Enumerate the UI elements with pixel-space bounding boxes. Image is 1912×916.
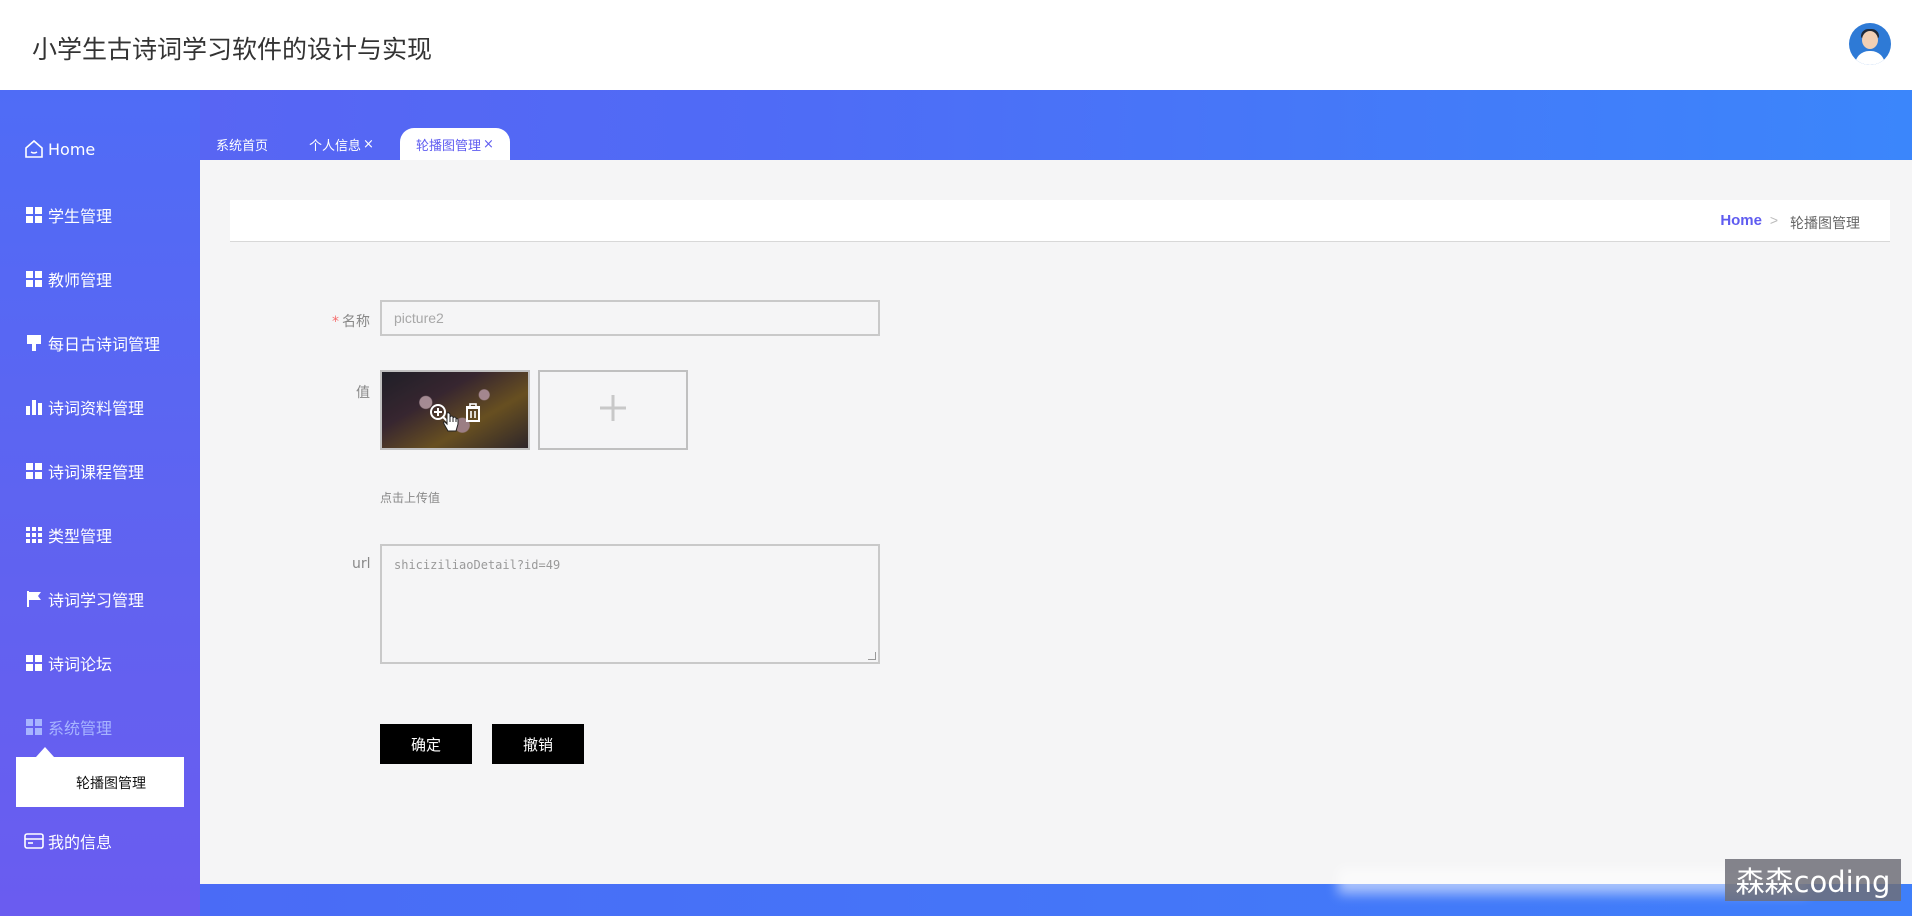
tab-label: 系统首页: [216, 138, 269, 154]
sidebar-item-label: 诗词课程管理: [48, 463, 145, 482]
sidebar-item-poem-study[interactable]: 诗词学习管理: [24, 584, 144, 614]
tab-carousel-management[interactable]: 轮播图管理 ×: [400, 128, 510, 160]
breadcrumb-separator: >: [1769, 212, 1778, 228]
name-input-value: picture2: [394, 310, 444, 326]
breadcrumb: Home > 轮播图管理: [230, 200, 1890, 242]
watermark: 森森coding: [1725, 859, 1901, 901]
sidebar-item-student[interactable]: 学生管理: [24, 200, 112, 230]
app-title: 小学生古诗词学习软件的设计与实现: [32, 35, 433, 64]
tab-home[interactable]: 系统首页: [216, 128, 268, 160]
avatar-face: [1862, 31, 1878, 49]
uploaded-image-thumbnail[interactable]: [380, 370, 530, 450]
sidebar-item-label: 每日古诗词管理: [48, 335, 161, 354]
sidebar-item-poem-course[interactable]: 诗词课程管理: [24, 456, 144, 486]
grid-icon: [24, 269, 44, 289]
sidebar-item-forum[interactable]: 诗词论坛: [24, 648, 112, 678]
breadcrumb-current: 轮播图管理: [1790, 216, 1860, 232]
submenu-popover: 轮播图管理: [16, 747, 184, 807]
name-label-text: 名称: [342, 314, 370, 330]
url-label: url: [352, 556, 371, 572]
sidebar-item-system[interactable]: 系统管理: [24, 712, 112, 742]
card-icon: [24, 831, 44, 851]
sidebar-item-label: 系统管理: [48, 719, 113, 738]
sidebar-item-label: 类型管理: [48, 527, 113, 546]
sidebar-item-label: 诗词论坛: [48, 655, 113, 674]
bar-chart-icon: [24, 397, 44, 417]
home-icon: [24, 139, 44, 159]
url-textarea[interactable]: shiciziliaoDetail?id=49: [380, 544, 880, 664]
url-value: shiciziliaoDetail?id=49: [394, 558, 561, 572]
delete-icon[interactable]: [462, 402, 484, 424]
confirm-button[interactable]: 确定: [380, 724, 472, 764]
sidebar-item-daily-poem[interactable]: 每日古诗词管理: [24, 328, 160, 358]
grid9-icon: [24, 525, 44, 545]
tab-label: 轮播图管理: [416, 138, 482, 154]
name-input[interactable]: picture2: [380, 300, 880, 336]
upload-button[interactable]: [538, 370, 688, 450]
sidebar-item-label: 我的信息: [48, 833, 113, 852]
sidebar-item-label: Home: [48, 139, 96, 159]
sidebar-item-teacher[interactable]: 教师管理: [24, 264, 112, 294]
flag-icon: [24, 589, 44, 609]
sidebar-item-home[interactable]: Home: [24, 134, 95, 164]
grid-icon: [24, 461, 44, 481]
cancel-button[interactable]: 撤销: [492, 724, 584, 764]
grid-icon: [24, 205, 44, 225]
grid-icon: [24, 653, 44, 673]
user-avatar[interactable]: [1849, 23, 1891, 65]
close-icon[interactable]: ×: [363, 137, 374, 152]
sidebar-item-poem-material[interactable]: 诗词资料管理: [24, 392, 144, 422]
sidebar-item-type[interactable]: 类型管理: [24, 520, 112, 550]
tab-label: 个人信息: [309, 138, 362, 154]
submenu-item-carousel[interactable]: 轮播图管理: [76, 773, 146, 793]
sidebar-item-my-info[interactable]: 我的信息: [24, 826, 112, 856]
sidebar-item-label: 诗词学习管理: [48, 591, 145, 610]
sidebar-item-label: 学生管理: [48, 207, 113, 226]
top-header: 小学生古诗词学习软件的设计与实现: [0, 0, 1912, 90]
main-content: [200, 160, 1912, 884]
breadcrumb-home[interactable]: Home: [1720, 212, 1762, 229]
name-label: * 名称: [332, 311, 370, 331]
required-mark: *: [332, 314, 339, 330]
avatar-body: [1855, 51, 1885, 65]
close-icon[interactable]: ×: [483, 137, 494, 152]
grid-icon: [24, 717, 44, 737]
sidebar-item-label: 诗词资料管理: [48, 399, 145, 418]
resize-handle[interactable]: [868, 652, 876, 660]
hand-cursor-icon: [442, 412, 460, 439]
brush-icon: [24, 333, 44, 353]
tab-personal-info[interactable]: 个人信息 ×: [309, 128, 374, 160]
value-label: 值: [356, 385, 370, 401]
upload-hint: 点击上传值: [380, 491, 441, 505]
sidebar-item-label: 教师管理: [48, 271, 113, 290]
plus-icon: [597, 392, 629, 429]
